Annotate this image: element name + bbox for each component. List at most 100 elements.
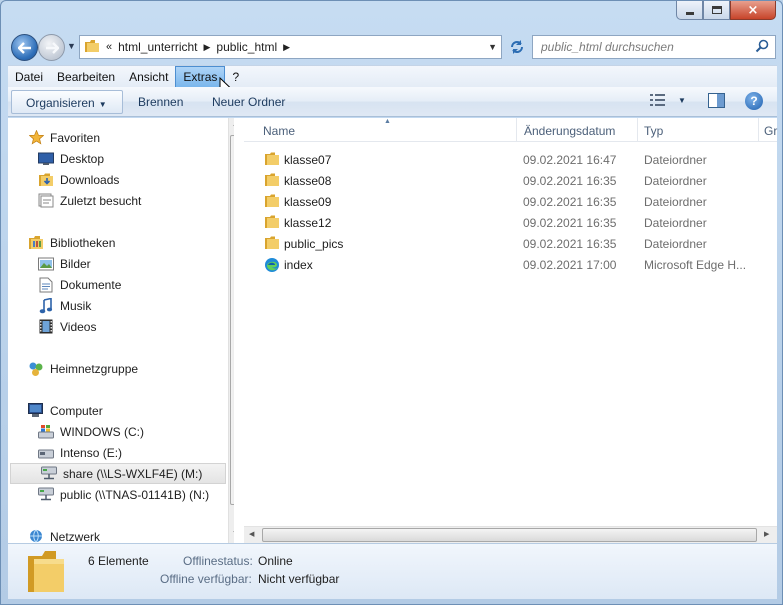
caption-buttons: × [676, 1, 776, 20]
burn-button[interactable]: Brennen [130, 90, 191, 114]
organize-button[interactable]: Organisieren ▼ [11, 90, 123, 114]
breadcrumb-item-public-html[interactable]: public_html [216, 40, 277, 54]
column-header-name[interactable]: Name [263, 124, 295, 138]
sidebar-item-libraries[interactable]: Bibliotheken [8, 232, 234, 253]
file-date: 09.02.2021 16:35 [523, 174, 617, 188]
sidebar-item-computer[interactable]: Computer [8, 400, 234, 421]
search-box[interactable] [532, 35, 776, 59]
file-row[interactable]: public_pics 09.02.2021 16:35 Dateiordner [244, 233, 777, 254]
minimize-icon [685, 11, 694, 15]
explorer-window: × ▼ « html_unterricht ▶ public_html ▶ ▼ [0, 0, 783, 605]
scroll-right-arrow-icon[interactable]: ▶ [764, 530, 769, 538]
menu-extras[interactable]: Extras [175, 66, 226, 88]
folder-icon [264, 173, 280, 190]
sidebar-item-music[interactable]: Musik [8, 295, 234, 316]
change-view-button[interactable]: ▼ [650, 93, 686, 107]
network-icon [28, 529, 44, 544]
file-name: klasse08 [284, 174, 332, 188]
help-icon[interactable]: ? [745, 92, 763, 110]
new-folder-button[interactable]: Neuer Ordner [204, 90, 293, 114]
sidebar-item-network[interactable]: Netzwerk [8, 526, 234, 543]
address-bar[interactable]: « html_unterricht ▶ public_html ▶ ▼ [79, 35, 502, 59]
recent-pages-dropdown[interactable]: ▼ [67, 41, 76, 51]
file-row[interactable]: klasse12 09.02.2021 16:35 Dateiordner [244, 212, 777, 233]
sidebar-item-share-m[interactable]: share (\\LS-WXLF4E) (M:) [10, 463, 226, 484]
file-row[interactable]: klasse08 09.02.2021 16:35 Dateiordner [244, 170, 777, 191]
sidebar-item-label: Dokumente [60, 277, 122, 292]
file-date: 09.02.2021 16:35 [523, 237, 617, 251]
folder-icon [264, 236, 280, 253]
scroll-up-arrow-icon[interactable]: ▲ [232, 121, 234, 128]
refresh-button[interactable] [505, 35, 529, 59]
scrollbar-thumb[interactable] [262, 528, 757, 542]
sidebar-item-label: Bilder [60, 256, 91, 271]
navigation-pane-scrollbar[interactable]: ▲ ▼ [228, 118, 234, 543]
sidebar-item-label: Zuletzt besucht [60, 193, 142, 208]
offline-status-value: Online [258, 554, 293, 568]
preview-pane-button[interactable] [708, 93, 725, 111]
file-type: Microsoft Edge H... [644, 258, 747, 272]
desktop-icon [38, 151, 54, 167]
sidebar-item-homegroup[interactable]: Heimnetzgruppe [8, 358, 234, 379]
sidebar-item-documents[interactable]: Dokumente [8, 274, 234, 295]
sidebar-item-favorites[interactable]: Favoriten [8, 127, 234, 148]
file-row[interactable]: index 09.02.2021 17:00 Microsoft Edge H.… [244, 254, 777, 275]
file-row[interactable]: klasse09 09.02.2021 16:35 Dateiordner [244, 191, 777, 212]
column-header-date[interactable]: Änderungsdatum [524, 124, 615, 138]
menu-datei[interactable]: Datei [8, 66, 50, 88]
network-drive-icon [38, 487, 54, 503]
horizontal-scrollbar[interactable]: ◀ ▶ [244, 526, 777, 543]
sidebar-item-pictures[interactable]: Bilder [8, 253, 234, 274]
sidebar-item-label: Intenso (E:) [60, 445, 123, 460]
sidebar-item-public-n[interactable]: public (\\TNAS-01141B) (N:) [8, 484, 234, 505]
sidebar-item-drive-e[interactable]: Intenso (E:) [8, 442, 234, 463]
back-button[interactable] [11, 34, 38, 61]
column-divider[interactable] [637, 118, 638, 142]
video-film-icon [38, 319, 54, 335]
scrollbar-thumb[interactable] [230, 135, 234, 505]
sidebar-item-label: Heimnetzgruppe [50, 361, 139, 376]
breadcrumb-arrow-icon[interactable]: ▶ [204, 42, 211, 53]
sidebar-item-label: Netzwerk [50, 529, 101, 544]
sidebar-item-videos[interactable]: Videos [8, 316, 234, 337]
close-button[interactable]: × [730, 1, 776, 20]
recent-places-icon [38, 193, 54, 209]
column-header-type[interactable]: Typ [644, 124, 663, 138]
arrow-left-icon [17, 41, 31, 54]
content-area: Favoriten Desktop Downloads Zuletzt besu… [8, 118, 777, 543]
sidebar-item-downloads[interactable]: Downloads [8, 169, 234, 190]
star-icon [28, 130, 44, 146]
column-headers: ▲ Name Änderungsdatum Typ Gr [244, 118, 777, 142]
item-count: 6 Elemente [88, 554, 149, 568]
chevron-down-icon[interactable]: ▼ [678, 96, 686, 105]
maximize-button[interactable] [703, 1, 730, 20]
sidebar-item-recent[interactable]: Zuletzt besucht [8, 190, 234, 211]
scroll-down-arrow-icon[interactable]: ▼ [232, 530, 234, 537]
offline-available-value: Nicht verfügbar [258, 572, 340, 586]
sidebar-item-drive-c[interactable]: WINDOWS (C:) [8, 421, 234, 442]
column-header-size[interactable]: Gr [764, 124, 777, 138]
minimize-button[interactable] [676, 1, 703, 20]
file-date: 09.02.2021 16:47 [523, 153, 617, 167]
offline-status-label: Offlinestatus: [183, 554, 253, 568]
search-input[interactable] [541, 40, 751, 54]
scroll-left-arrow-icon[interactable]: ◀ [249, 530, 254, 538]
address-dropdown-icon[interactable]: ▼ [488, 42, 497, 52]
forward-button[interactable] [38, 34, 65, 61]
sidebar-item-label: Downloads [60, 172, 120, 187]
column-divider[interactable] [516, 118, 517, 142]
navigation-bar: ▼ « html_unterricht ▶ public_html ▶ ▼ [9, 32, 776, 62]
file-row[interactable]: klasse07 09.02.2021 16:47 Dateiordner [244, 149, 777, 170]
command-bar: Organisieren ▼ Brennen Neuer Ordner ▼ ? [8, 87, 777, 117]
computer-icon [28, 403, 44, 419]
navigation-pane: Favoriten Desktop Downloads Zuletzt besu… [8, 118, 234, 543]
column-divider[interactable] [758, 118, 759, 142]
breadcrumb-overflow[interactable]: « [106, 41, 112, 53]
menu-bearbeiten[interactable]: Bearbeiten [50, 66, 122, 88]
breadcrumb-item-html-unterricht[interactable]: html_unterricht [118, 40, 197, 54]
sidebar-item-desktop[interactable]: Desktop [8, 148, 234, 169]
search-icon[interactable] [755, 39, 769, 56]
menu-ansicht[interactable]: Ansicht [122, 66, 175, 88]
close-icon: × [747, 2, 759, 18]
breadcrumb-arrow-icon[interactable]: ▶ [283, 42, 290, 53]
